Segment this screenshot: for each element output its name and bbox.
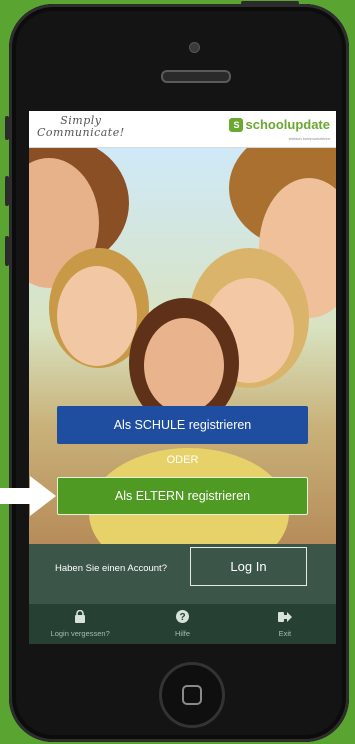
home-button[interactable] <box>159 662 225 728</box>
help-icon: ? <box>175 610 189 626</box>
lock-icon <box>74 609 86 626</box>
side-button <box>5 176 9 206</box>
top-button <box>241 1 299 5</box>
nav-item-forgot-login[interactable]: Login vergessen? <box>29 604 131 644</box>
account-panel: Haben Sie einen Account? Log In <box>29 544 336 604</box>
brand-name: schoolupdate <box>245 117 330 132</box>
nav-item-help[interactable]: ? Hilfe <box>131 604 233 644</box>
side-button <box>5 116 9 140</box>
home-square-icon <box>182 685 202 705</box>
account-question: Haben Sie einen Account? <box>55 563 167 574</box>
brand-mark-icon: S <box>229 117 244 132</box>
bottom-nav: Login vergessen? ? Hilfe Exit <box>29 604 336 644</box>
svg-text:?: ? <box>179 612 185 623</box>
slogan-line-2: Communicate! <box>37 126 125 139</box>
nav-label: Login vergessen? <box>50 629 110 638</box>
app-screen: Simply Communicate! S schoolupdate einfa… <box>29 111 336 644</box>
login-button[interactable]: Log In <box>190 547 307 586</box>
exit-icon <box>277 611 292 626</box>
register-parent-button[interactable]: Als ELTERN registrieren <box>57 477 308 515</box>
face-shape <box>144 318 224 413</box>
side-button <box>5 236 9 266</box>
or-separator: ODER <box>166 454 199 466</box>
pointer-arrow-icon <box>0 476 56 516</box>
register-school-button[interactable]: Als SCHULE registrieren <box>57 406 308 444</box>
nav-item-exit[interactable]: Exit <box>234 604 336 644</box>
brand-logo: S schoolupdate <box>229 117 330 132</box>
face-shape <box>57 266 137 366</box>
brand-tagline: einfach kommunizieren <box>288 136 330 141</box>
camera <box>189 42 200 53</box>
speaker-grille <box>161 70 231 83</box>
app-header: Simply Communicate! S schoolupdate einfa… <box>29 111 336 148</box>
nav-label: Hilfe <box>174 629 190 638</box>
slogan: Simply Communicate! <box>37 115 125 139</box>
nav-label: Exit <box>278 628 292 638</box>
